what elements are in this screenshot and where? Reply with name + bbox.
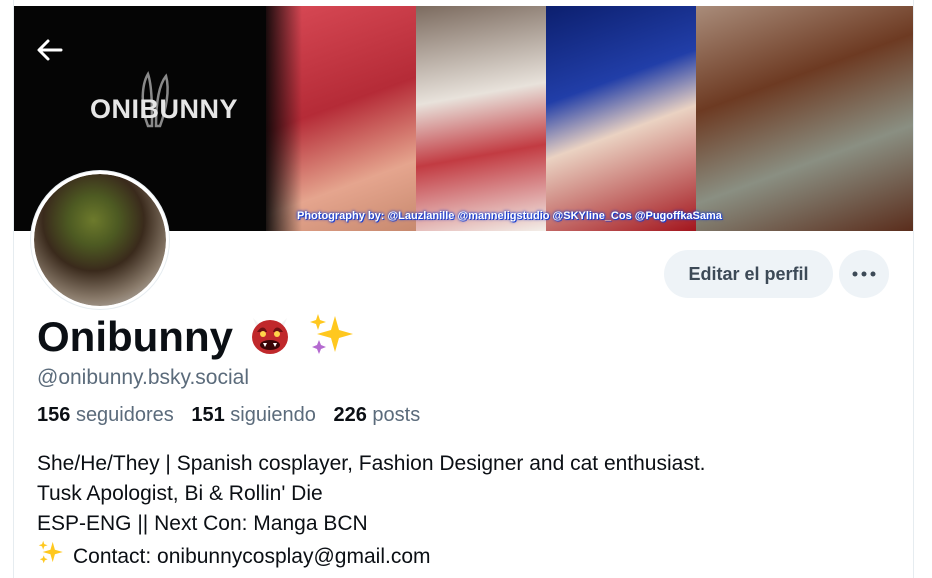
bio-contact-line: Contact: onibunnycosplay@gmail.com	[37, 539, 706, 574]
arrow-left-icon	[37, 39, 63, 61]
following-label: siguiendo	[230, 404, 316, 426]
followers-count: 156	[37, 404, 71, 426]
bio-line: Tusk Apologist, Bi & Rollin' Die	[37, 482, 323, 505]
following-count: 151	[191, 404, 225, 426]
posts-stat: 226 posts	[333, 404, 420, 426]
display-name: Onibunny	[37, 312, 357, 361]
avatar-image	[34, 174, 166, 306]
sparkles-icon	[37, 539, 65, 574]
banner-photo-credit: Photography by: @Lauzlanille @manneligst…	[297, 210, 722, 222]
bio-contact-text: Contact: onibunnycosplay@gmail.com	[73, 544, 431, 568]
following-stat[interactable]: 151 siguiendo	[191, 404, 316, 426]
followers-stat[interactable]: 156 seguidores	[37, 404, 174, 426]
profile-card: ONIBUNNY Photography by: @Lauzlanille @m…	[13, 0, 914, 578]
profile-handle: @onibunny.bsky.social	[37, 366, 249, 389]
more-options-button[interactable]	[839, 250, 889, 298]
posts-count: 226	[333, 404, 367, 426]
posts-label: posts	[372, 404, 421, 426]
banner-photo	[546, 6, 696, 231]
sparkles-emoji-icon	[307, 312, 357, 361]
banner-fade	[262, 6, 302, 231]
display-name-text: Onibunny	[37, 312, 233, 360]
bio-line: She/He/They | Spanish cosplayer, Fashion…	[37, 452, 706, 475]
back-button[interactable]	[32, 32, 68, 68]
ogre-emoji-icon	[247, 312, 293, 361]
profile-bio: She/He/They | Spanish cosplayer, Fashion…	[37, 449, 706, 574]
banner-photo	[416, 6, 546, 231]
profile-stats: 156 seguidores 151 siguiendo 226 posts	[37, 404, 432, 427]
ellipsis-icon	[852, 271, 876, 277]
avatar[interactable]	[31, 171, 169, 309]
followers-label: seguidores	[75, 404, 174, 426]
banner-photo	[696, 6, 913, 231]
banner-logo-text: ONIBUNNY	[90, 94, 239, 124]
edit-profile-button[interactable]: Editar el perfil	[664, 250, 833, 298]
bio-line: ESP-ENG || Next Con: Manga BCN	[37, 512, 368, 535]
